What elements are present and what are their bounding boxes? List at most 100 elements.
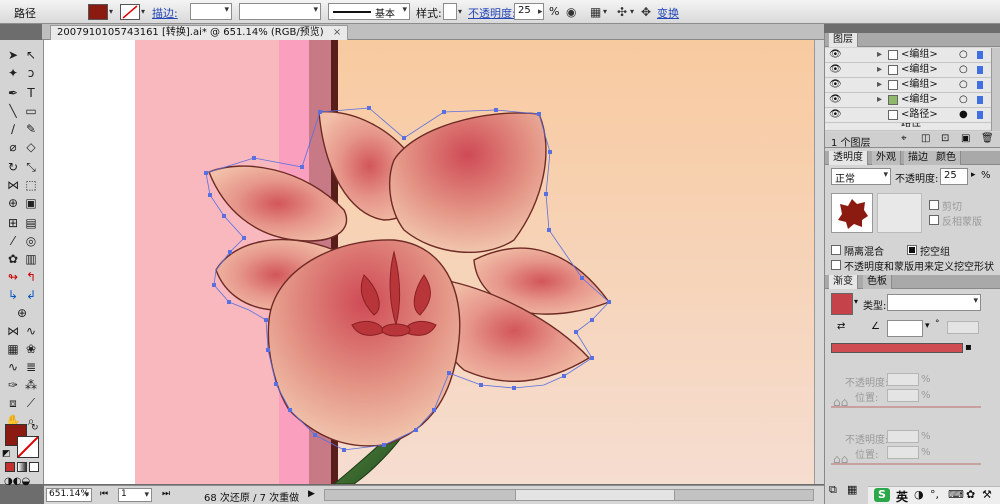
layer-row[interactable]: 👁 ▸ <编组> ○	[825, 78, 991, 93]
panel-opacity-input[interactable]: 25	[940, 168, 968, 185]
scale-tool-icon[interactable]: ⤡	[22, 158, 40, 176]
draw-mode-icon[interactable]: ◑◐◒	[4, 476, 30, 487]
width-tool-icon[interactable]: ⋈	[4, 176, 22, 194]
reverse-gradient-icon[interactable]: ⇄	[837, 321, 845, 332]
stroke-none-swatch[interactable]	[120, 4, 140, 20]
measure-tool-icon[interactable]: ✑	[4, 376, 22, 394]
layer-row[interactable]: 👁 ▸ <编组> ○	[825, 63, 991, 78]
pencil-tool-icon[interactable]: ✎	[22, 120, 40, 138]
free-transform-tool-icon[interactable]: ⬚	[22, 176, 40, 194]
stroke-weight-field[interactable]	[190, 3, 232, 20]
tab-transparency[interactable]: 透明度	[829, 151, 868, 165]
invert-mask-checkbox[interactable]	[929, 215, 939, 225]
line-tool-icon[interactable]: ╲	[4, 102, 22, 120]
reshape-tool-icon[interactable]: ↲	[22, 286, 40, 304]
tab-stroke[interactable]: 描边	[904, 151, 933, 165]
stroke-swatch[interactable]	[17, 436, 39, 458]
target-circle-icon[interactable]: ○	[959, 93, 968, 107]
magic-wand-tool-icon[interactable]: ✦	[4, 64, 22, 82]
stop-opacity-input-2[interactable]	[887, 430, 919, 443]
column-graph-tool-icon[interactable]: ▥	[22, 250, 40, 268]
gradient-tool-icon[interactable]: ▤	[22, 214, 40, 232]
eyedropper-alt-tool-icon[interactable]: ⁂	[22, 376, 40, 394]
add-anchor-tool-icon[interactable]: ↬	[4, 268, 22, 286]
variable-width-field[interactable]	[239, 3, 321, 20]
expand-triangle-icon[interactable]: ▸	[877, 63, 882, 77]
opacity-link[interactable]: 不透明度:	[468, 5, 516, 21]
sogou-ime-icon[interactable]: S	[874, 488, 890, 502]
warp-tool-icon[interactable]: ∿	[22, 322, 40, 340]
close-tab-icon[interactable]: ×	[333, 27, 341, 38]
chevron-down-icon[interactable]: ▾	[141, 5, 145, 19]
layer-row[interactable]: 👁 <路径> ●	[825, 108, 991, 123]
artboard-tool-icon[interactable]: ⊕	[13, 304, 31, 322]
expand-triangle-icon[interactable]: ▸	[877, 78, 882, 92]
tab-gradient[interactable]: 渐变	[829, 275, 858, 289]
status-menu-icon[interactable]: ▶	[308, 489, 315, 499]
color-mode-icon[interactable]	[5, 462, 15, 472]
live-paint-tool-icon[interactable]: ▣	[22, 194, 40, 212]
last-artboard-icon[interactable]: ⏭	[162, 489, 170, 499]
align-icon[interactable]: ▦	[590, 5, 601, 19]
knife-tool-icon[interactable]: ⟋	[22, 394, 40, 412]
new-sublayer-icon[interactable]: ⊡	[941, 133, 949, 144]
graphic-style-swatch[interactable]	[443, 3, 457, 20]
gradient-slider[interactable]	[831, 343, 963, 353]
define-knockout-checkbox[interactable]	[831, 260, 841, 270]
transform-reference-icon[interactable]: ✣	[617, 5, 627, 19]
list-tool-icon[interactable]: ≣	[22, 358, 40, 376]
default-colors-icon[interactable]: ◩	[2, 449, 11, 459]
target-filled-icon[interactable]: ●	[959, 108, 968, 122]
twirl-tool-icon[interactable]: ❀	[22, 340, 40, 358]
eye-icon[interactable]: 👁	[829, 48, 842, 62]
chevron-right-icon[interactable]: ▸	[971, 170, 976, 180]
transform-link[interactable]: 变换	[657, 5, 679, 21]
artboard-alt-tool-icon[interactable]: ⧈	[4, 394, 22, 412]
rectangle-tool-icon[interactable]: ▭	[22, 102, 40, 120]
chevron-down-icon[interactable]: ▾	[109, 5, 113, 19]
type-tool-icon[interactable]: T	[22, 84, 40, 102]
slice-tool-icon[interactable]: ⋈	[4, 322, 22, 340]
gradient-stop-icon[interactable]: ⌂⌂	[833, 395, 848, 409]
locate-object-icon[interactable]: ⌖	[901, 133, 907, 144]
swap-fill-stroke-icon[interactable]: ↻	[31, 423, 39, 433]
eye-icon[interactable]: 👁	[829, 63, 842, 77]
gradient-mode-icon[interactable]	[17, 462, 27, 472]
mask-thumbnail[interactable]	[877, 193, 922, 233]
ime-language-label[interactable]: 英	[896, 488, 908, 504]
stop-opacity-input[interactable]	[887, 373, 919, 386]
layer-row[interactable]: 👁 ▸ <编组> ○	[825, 48, 991, 63]
recolor-artwork-icon[interactable]: ◉	[566, 5, 576, 19]
vertical-scrollbar[interactable]	[814, 40, 824, 484]
document-tab[interactable]: 20079101057431​61 [转换].ai* @ 651.14% (RG…	[50, 25, 349, 40]
target-circle-icon[interactable]: ○	[959, 78, 968, 92]
skin-icon[interactable]: ✿	[966, 488, 975, 501]
eye-icon[interactable]: 👁	[829, 93, 842, 107]
soft-keyboard-icon[interactable]: ⌨	[948, 488, 964, 501]
first-artboard-icon[interactable]: ⏮	[100, 489, 108, 499]
half-width-icon[interactable]: ◑	[914, 488, 924, 501]
layer-row[interactable]: 路径	[825, 123, 991, 131]
tab-appearance[interactable]: 外观	[872, 151, 901, 165]
gradient-type-select[interactable]	[887, 294, 981, 311]
trash-icon[interactable]: 🗑	[981, 133, 994, 144]
curvature-tool-icon[interactable]: ↳	[4, 286, 22, 304]
clip-checkbox[interactable]	[929, 200, 939, 210]
expand-triangle-icon[interactable]: ▸	[877, 93, 882, 107]
selection-tool-icon[interactable]: ➤	[4, 46, 22, 64]
tools-icon[interactable]: ⚒	[982, 488, 992, 501]
convert-anchor-tool-icon[interactable]: ↰	[22, 268, 40, 286]
target-circle-icon[interactable]: ○	[959, 63, 968, 77]
graph-tool-icon[interactable]: ∿	[4, 358, 22, 376]
blend-mode-select[interactable]: 正常	[831, 168, 891, 185]
isolate-blending-checkbox[interactable]	[831, 245, 841, 255]
direct-selection-tool-icon[interactable]: ↖	[22, 46, 40, 64]
artboard-number-field[interactable]: 1	[118, 488, 152, 502]
rotate-tool-icon[interactable]: ↻	[4, 158, 22, 176]
swatch-libraries-icon[interactable]: ⧉	[829, 483, 837, 497]
layer-row[interactable]: 👁 ▸ <编组> ○	[825, 93, 991, 108]
chevron-down-icon[interactable]: ▾	[630, 5, 634, 19]
chevron-down-icon[interactable]: ▾	[603, 5, 607, 19]
stop-location-input[interactable]	[887, 389, 919, 402]
eyedropper-tool-icon[interactable]: ⁄	[4, 232, 22, 250]
